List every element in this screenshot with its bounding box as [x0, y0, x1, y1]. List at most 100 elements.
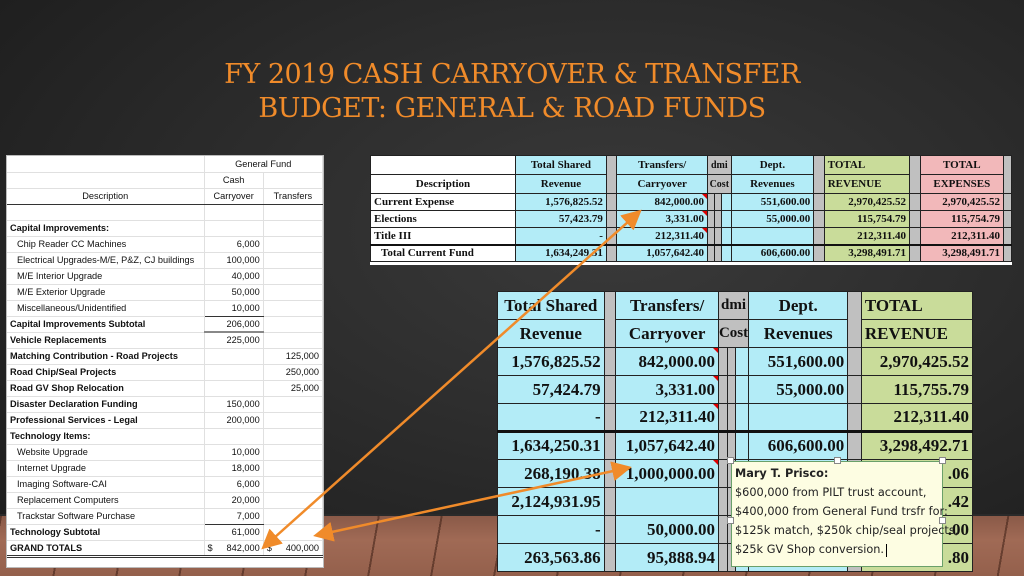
- resize-handle[interactable]: [727, 517, 734, 524]
- total-revenue-cell[interactable]: 212,311.40: [823, 227, 911, 245]
- resize-handle[interactable]: [939, 517, 946, 524]
- shared-revenue-cell[interactable]: 1,634,249.31: [514, 244, 607, 262]
- shared-revenue-cell[interactable]: 57,424.79: [497, 375, 605, 404]
- row-label: Internet Upgrade: [7, 460, 205, 477]
- table-row: M/E Exterior Upgrade 50,000: [7, 284, 324, 301]
- total-revenue-cell[interactable]: 2,970,425.52: [860, 347, 974, 376]
- row-label: Miscellaneous/Unidentified: [7, 300, 205, 317]
- row-label: Website Upgrade: [7, 444, 205, 461]
- dept-revenues-cell[interactable]: 606,600.00: [748, 431, 849, 460]
- table-row: Technology Subtotal 61,000: [7, 524, 324, 541]
- total-revenue-cell[interactable]: 212,311.40: [860, 403, 974, 432]
- resize-handle[interactable]: [727, 457, 734, 464]
- transfers-cell[interactable]: 212,311.40: [615, 403, 719, 432]
- row-label: Matching Contribution - Road Projects: [7, 348, 205, 365]
- carryover-cell: 150,000: [204, 396, 264, 413]
- transfers-cell[interactable]: 95,888.94: [615, 543, 719, 572]
- dept-revenues-cell[interactable]: 606,600.00: [730, 244, 815, 262]
- col-header-description: Description: [7, 188, 205, 205]
- cell-comment-box[interactable]: Mary T. Prisco: $600,000 from PILT trust…: [731, 461, 958, 567]
- transfers-cell[interactable]: 3,331.00: [615, 375, 719, 404]
- table-row: Elections 57,423.79 3,331.00 55,000.00 115,7…: [370, 210, 1012, 228]
- row-label: Trackstar Software Purchase: [7, 508, 205, 525]
- carryover-cell: 61,000: [204, 524, 264, 541]
- header-expenses: EXPENSES: [919, 174, 1005, 194]
- shared-revenue-cell[interactable]: 1,634,250.31: [497, 431, 605, 460]
- resize-handle[interactable]: [939, 457, 946, 464]
- text-caret: [886, 543, 888, 557]
- transfers-cell[interactable]: 842,000.00: [615, 347, 719, 376]
- shared-revenue-cell[interactable]: 57,423.79: [514, 210, 607, 228]
- transfers-cell[interactable]: 212,311.40: [616, 227, 708, 245]
- total-expenses-cell[interactable]: 212,311.40: [919, 227, 1005, 245]
- transfers-cell[interactable]: 1,057,642.40: [615, 431, 719, 460]
- total-revenue-cell[interactable]: 3,298,491.71: [823, 244, 911, 262]
- dept-revenues-cell[interactable]: 55,000.00: [748, 375, 849, 404]
- carryover-cell: 20,000: [204, 492, 264, 509]
- carryover-cell: [204, 428, 264, 445]
- table-row: Miscellaneous/Unidentified 10,000: [7, 300, 324, 317]
- transfers-cell: [263, 284, 324, 301]
- carryover-cell: [204, 348, 264, 365]
- shared-revenue-cell[interactable]: -: [497, 515, 605, 544]
- header-dept: Dept.: [748, 291, 849, 320]
- resize-handle[interactable]: [834, 457, 841, 464]
- table-row: 1,634,250.31 1,057,642.40 606,600.00 3,298,…: [497, 431, 974, 460]
- transfers-cell[interactable]: 1,057,642.40: [616, 244, 708, 262]
- row-label: Capital Improvements Subtotal: [7, 316, 205, 333]
- row-label: Imaging Software-CAI: [7, 476, 205, 493]
- row-label: Technology Subtotal: [7, 524, 205, 541]
- table-row: Total Current Fund 1,634,249.31 1,057,642.…: [370, 244, 1012, 262]
- header-total-expenses: TOTAL: [919, 155, 1005, 175]
- dept-revenues-cell[interactable]: [730, 227, 815, 245]
- row-label: Title III: [370, 227, 516, 245]
- transfers-cell[interactable]: 1,000,000.00: [615, 459, 719, 488]
- header-admin: dmi: [706, 155, 732, 175]
- shared-revenue-cell[interactable]: 1,576,825.52: [514, 193, 607, 211]
- shared-revenue-cell[interactable]: 1,576,825.52: [497, 347, 605, 376]
- header-description: Description: [370, 174, 516, 194]
- total-expenses-cell[interactable]: 2,970,425.52: [919, 193, 1005, 211]
- dept-revenues-cell[interactable]: 551,600.00: [730, 193, 815, 211]
- row-label: Total Current Fund: [370, 244, 516, 262]
- transfers-cell: [263, 508, 324, 525]
- row-label: Disaster Declaration Funding: [7, 396, 205, 413]
- shared-revenue-cell[interactable]: -: [497, 403, 605, 432]
- grand-totals-row: GRAND TOTALS $842,000 $400,000: [7, 540, 324, 558]
- shared-revenue-cell[interactable]: 2,124,931.95: [497, 487, 605, 516]
- transfers-cell: [263, 220, 324, 237]
- comment-author: Mary T. Prisco:: [735, 467, 829, 480]
- row-label: Electrical Upgrades-M/E, P&Z, CJ buildin…: [7, 252, 205, 269]
- row-label: Road GV Shop Relocation: [7, 380, 205, 397]
- row-label: Vehicle Replacements: [7, 332, 205, 349]
- header-total-shared: Total Shared: [497, 291, 605, 320]
- row-label: Replacement Computers: [7, 492, 205, 509]
- total-revenue-cell[interactable]: 2,970,425.52: [823, 193, 911, 211]
- shared-revenue-cell[interactable]: 263,563.86: [497, 543, 605, 572]
- total-expenses-cell[interactable]: 3,298,491.71: [919, 244, 1005, 262]
- dept-revenues-cell[interactable]: [748, 403, 849, 432]
- total-revenue-cell[interactable]: 115,755.79: [860, 375, 974, 404]
- carryover-cell: 6,000: [204, 476, 264, 493]
- shared-revenue-cell[interactable]: -: [514, 227, 607, 245]
- total-revenue-cell[interactable]: 115,754.79: [823, 210, 911, 228]
- header-revenue-total: REVENUE: [860, 319, 974, 348]
- transfers-cell[interactable]: 842,000.00: [616, 193, 708, 211]
- col-header-cash: Cash: [204, 172, 264, 189]
- header-revenues: Revenues: [748, 319, 849, 348]
- carryover-cell: 206,000: [204, 316, 264, 333]
- dept-revenues-cell[interactable]: 551,600.00: [748, 347, 849, 376]
- total-revenue-cell[interactable]: 3,298,492.71: [860, 431, 974, 460]
- comment-line: $600,000 from PILT trust account,: [735, 486, 927, 499]
- table-row: Replacement Computers 20,000: [7, 492, 324, 509]
- transfers-cell[interactable]: 3,331.00: [616, 210, 708, 228]
- shared-revenue-cell[interactable]: 268,190.38: [497, 459, 605, 488]
- table-row: Website Upgrade 10,000: [7, 444, 324, 461]
- transfers-cell: [263, 316, 324, 333]
- transfers-cell[interactable]: 50,000.00: [615, 515, 719, 544]
- dept-revenues-cell[interactable]: 55,000.00: [730, 210, 815, 228]
- header-total-revenue: TOTAL: [823, 155, 911, 175]
- total-expenses-cell[interactable]: 115,754.79: [919, 210, 1005, 228]
- transfers-cell[interactable]: [615, 487, 719, 516]
- table-row: Vehicle Replacements 225,000: [7, 332, 324, 349]
